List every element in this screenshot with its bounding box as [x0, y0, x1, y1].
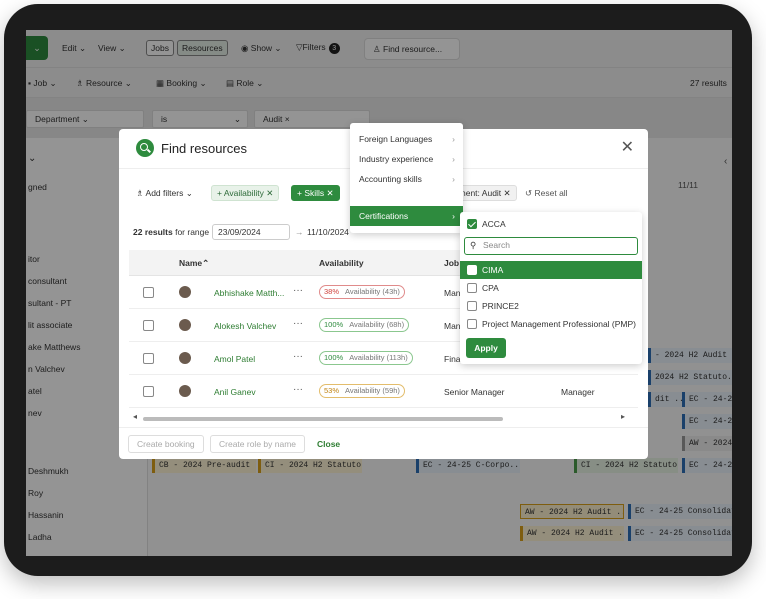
resource-name-link[interactable]: Alokesh Valchev [214, 321, 276, 331]
create-role-button[interactable]: Create role by name [210, 435, 306, 453]
reset-icon: ↺ [525, 188, 533, 198]
menu-item-certifications[interactable]: Certifications › [350, 206, 463, 226]
more-icon[interactable]: ··· [293, 351, 303, 362]
job-cell: Fina [444, 354, 461, 364]
certifications-menu: ACCA ⚲ Search CIMA CPA PRINCE2 Project Ma… [460, 212, 642, 364]
close-button[interactable]: Close [317, 439, 340, 449]
row-checkbox[interactable] [143, 353, 154, 364]
availability-pill: 53% Availability (59h) [319, 384, 405, 398]
search-icon [136, 139, 154, 157]
option-pmp[interactable]: Project Management Professional (PMP) [460, 315, 642, 333]
tablet-frame: ⌄ Edit ⌄ View ⌄ Jobs Resources ◉ Show ⌄ … [4, 4, 752, 576]
avatar [179, 352, 191, 364]
scrollbar-thumb[interactable] [143, 417, 503, 421]
row-checkbox[interactable] [143, 386, 154, 397]
availability-pill: 100% Availability (113h) [319, 351, 413, 365]
close-icon[interactable]: ✕ [621, 137, 634, 157]
results-summary: 22 results for range [133, 227, 210, 237]
horizontal-scrollbar[interactable]: ◂ ▸ [133, 412, 627, 422]
checkbox[interactable] [467, 301, 477, 311]
job-column-header[interactable]: Job [444, 258, 459, 268]
option-cima[interactable]: CIMA [460, 261, 642, 279]
menu-item-accounting-skills[interactable]: Accounting skills › [350, 169, 463, 189]
create-booking-button[interactable]: Create booking [128, 435, 204, 453]
job-cell: Man [444, 288, 461, 298]
checkbox[interactable] [467, 265, 477, 275]
checkbox-checked[interactable] [467, 219, 477, 229]
table-row[interactable]: Anil Ganev ··· 53% Availability (59h) Sen… [129, 376, 638, 408]
option-prince2[interactable]: PRINCE2 [460, 297, 642, 315]
availability-pill: 38% Availability (43h) [319, 285, 405, 299]
resource-name-link[interactable]: Amol Patel [214, 354, 255, 364]
menu-item-industry-experience[interactable]: Industry experience › [350, 149, 463, 169]
date-from-field[interactable]: 23/09/2024 [212, 224, 290, 240]
app-screen: ⌄ Edit ⌄ View ⌄ Jobs Resources ◉ Show ⌄ … [26, 30, 732, 556]
availability-pill: 100% Availability (68h) [319, 318, 410, 332]
availability-column-header[interactable]: Availability [319, 258, 364, 268]
role-cell: Manager [561, 387, 595, 397]
skills-chip[interactable]: + Skills ✕ [291, 185, 340, 201]
more-icon[interactable]: ··· [293, 285, 303, 296]
resource-name-link[interactable]: Abhishake Matth... [214, 288, 284, 298]
name-column-header[interactable]: Name⌃ [179, 258, 209, 269]
people-icon: ♗ [136, 188, 144, 198]
more-icon[interactable]: ··· [293, 318, 303, 329]
option-cpa[interactable]: CPA [460, 279, 642, 297]
scroll-left-icon[interactable]: ◂ [133, 412, 137, 421]
option-acca[interactable]: ACCA [460, 215, 642, 233]
checkbox[interactable] [467, 283, 477, 293]
menu-item-foreign-languages[interactable]: Foreign Languages › [350, 129, 463, 149]
scroll-right-icon[interactable]: ▸ [621, 412, 625, 421]
resource-name-link[interactable]: Anil Ganev [214, 387, 256, 397]
avatar [179, 319, 191, 331]
date-arrow: → [295, 227, 304, 237]
row-checkbox[interactable] [143, 320, 154, 331]
avatar [179, 385, 191, 397]
row-checkbox[interactable] [143, 287, 154, 298]
add-filters-button[interactable]: ♗ Add filters ⌄ [136, 188, 193, 199]
date-to-field[interactable]: 11/10/2024 [307, 227, 349, 237]
search-icon: ⚲ [470, 240, 477, 250]
cert-search-input[interactable]: ⚲ Search [464, 237, 638, 255]
department-chip[interactable]: nent: Audit ✕ [455, 185, 517, 201]
avatar [179, 286, 191, 298]
checkbox[interactable] [467, 319, 477, 329]
job-cell: Senior Manager [444, 387, 505, 397]
availability-chip[interactable]: + Availability ✕ [211, 185, 280, 201]
dialog-footer: Create booking Create role by name Close [119, 427, 648, 459]
dialog-title: Find resources [161, 141, 247, 156]
job-cell: Man [444, 321, 461, 331]
apply-button[interactable]: Apply [466, 338, 506, 358]
more-icon[interactable]: ··· [293, 384, 303, 395]
reset-all-button[interactable]: ↺ Reset all [525, 188, 568, 199]
skills-menu: Foreign Languages › Industry experience › … [350, 123, 463, 233]
